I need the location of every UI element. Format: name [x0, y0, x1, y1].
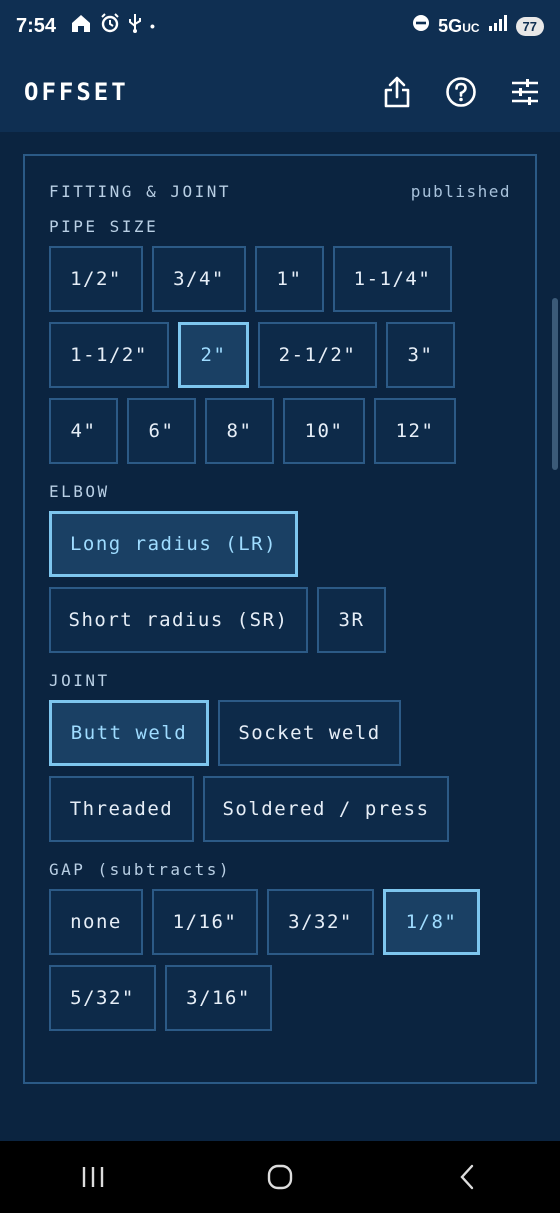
gap-label: GAP (subtracts)	[49, 860, 231, 879]
home-button-icon[interactable]	[250, 1147, 310, 1207]
gap-option[interactable]: none	[49, 889, 143, 955]
joint-row: Butt weld Socket weld	[49, 700, 511, 766]
gap-option[interactable]: 3/16"	[165, 965, 272, 1031]
pipe-size-label: PIPE SIZE	[49, 217, 159, 236]
pipe-size-option[interactable]: 1/2"	[49, 246, 143, 312]
network-type: 5GUC	[438, 16, 479, 37]
recent-apps-icon[interactable]	[63, 1147, 123, 1207]
gap-row: 5/32" 3/16"	[49, 965, 511, 1031]
joint-row: Threaded Soldered / press	[49, 776, 511, 842]
joint-option[interactable]: Soldered / press	[203, 776, 449, 842]
battery-indicator: 77	[515, 16, 544, 36]
gap-option[interactable]: 5/32"	[49, 965, 156, 1031]
network-sublabel: UC	[462, 20, 480, 35]
joint-option[interactable]: Threaded	[49, 776, 194, 842]
scrollbar-thumb[interactable]	[552, 298, 558, 470]
pipe-size-option[interactable]: 4"	[49, 398, 118, 464]
pipe-size-option[interactable]: 3/4"	[152, 246, 246, 312]
home-icon	[70, 13, 92, 39]
elbow-option-selected[interactable]: Long radius (LR)	[49, 511, 298, 577]
system-nav-bar	[0, 1141, 560, 1213]
pipe-size-row: 1/2" 3/4" 1" 1-1/4"	[49, 246, 511, 312]
settings-sliders-icon[interactable]	[508, 75, 542, 109]
pipe-size-option[interactable]: 1-1/2"	[49, 322, 169, 388]
elbow-row: Short radius (SR) 3R	[49, 587, 511, 653]
gap-option[interactable]: 1/16"	[152, 889, 258, 955]
joint-option-selected[interactable]: Butt weld	[49, 700, 209, 766]
pipe-size-row: 1-1/2" 2" 2-1/2" 3"	[49, 322, 511, 388]
clock: 7:54	[16, 14, 57, 37]
publish-status: published	[410, 182, 511, 201]
panel-title: FITTING & JOINT	[49, 182, 231, 201]
pipe-size-option[interactable]: 1"	[255, 246, 324, 312]
pipe-size-row: 4" 6" 8" 10" 12"	[49, 398, 511, 464]
share-icon[interactable]	[380, 75, 414, 109]
joint-label: JOINT	[49, 671, 110, 690]
pipe-size-option[interactable]: 2-1/2"	[258, 322, 377, 388]
gap-row: none 1/16" 3/32" 1/8"	[49, 889, 511, 955]
pipe-size-option[interactable]: 1-1/4"	[333, 246, 452, 312]
elbow-label: ELBOW	[49, 482, 110, 501]
alarm-icon	[100, 13, 120, 39]
signal-icon	[488, 14, 508, 38]
usb-icon	[128, 13, 142, 39]
app-title: OFFSET	[24, 78, 129, 106]
app-header: OFFSET	[0, 52, 560, 132]
joint-option[interactable]: Socket weld	[218, 700, 401, 766]
pipe-size-option[interactable]: 12"	[374, 398, 456, 464]
elbow-option[interactable]: 3R	[317, 587, 386, 653]
back-icon[interactable]	[437, 1147, 497, 1207]
pipe-size-option[interactable]: 10"	[283, 398, 365, 464]
dnd-icon	[412, 14, 430, 38]
elbow-option[interactable]: Short radius (SR)	[49, 587, 308, 653]
pipe-size-option-selected[interactable]: 2"	[178, 322, 249, 388]
gap-option-selected[interactable]: 1/8"	[383, 889, 480, 955]
status-bar: 7:54 • 5GUC 77	[0, 0, 560, 52]
notification-dot: •	[150, 18, 155, 34]
pipe-size-option[interactable]: 8"	[205, 398, 274, 464]
network-label: 5G	[438, 15, 463, 36]
gap-option[interactable]: 3/32"	[267, 889, 374, 955]
help-icon[interactable]	[444, 75, 478, 109]
fitting-joint-panel: FITTING & JOINT published PIPE SIZE 1/2"…	[23, 154, 537, 1084]
pipe-size-option[interactable]: 6"	[127, 398, 196, 464]
pipe-size-option[interactable]: 3"	[386, 322, 455, 388]
elbow-row: Long radius (LR)	[49, 511, 511, 577]
